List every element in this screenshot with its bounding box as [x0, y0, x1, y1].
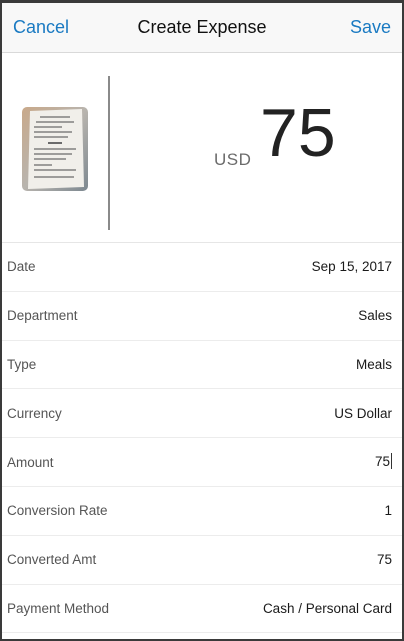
form-row-type[interactable]: Type Meals	[2, 341, 402, 390]
form-row-amount[interactable]: Amount 75	[2, 438, 402, 487]
form-row-conversion-rate[interactable]: Conversion Rate 1	[2, 487, 402, 536]
currency-code: USD	[214, 150, 252, 169]
type-label: Type	[7, 356, 37, 372]
payment-method-value[interactable]: Cash / Personal Card	[263, 601, 392, 616]
type-value[interactable]: Meals	[356, 357, 392, 372]
conversion-rate-value[interactable]: 1	[384, 503, 392, 518]
expense-summary: USD 75	[2, 53, 402, 243]
form-row-currency[interactable]: Currency US Dollar	[2, 389, 402, 439]
form-row-payment-method[interactable]: Payment Method Cash / Personal Card	[2, 585, 402, 634]
amount-input[interactable]: 75	[375, 453, 392, 471]
currency-value[interactable]: US Dollar	[334, 406, 392, 421]
form-row-converted-amt[interactable]: Converted Amt 75	[2, 536, 402, 585]
save-button[interactable]: Save	[339, 17, 402, 38]
date-value[interactable]: Sep 15, 2017	[312, 259, 392, 274]
nav-bar: Cancel Create Expense Save	[2, 3, 402, 53]
payment-method-label: Payment Method	[7, 600, 110, 616]
department-label: Department	[7, 308, 78, 324]
conversion-rate-label: Conversion Rate	[7, 503, 108, 519]
expense-form: Date Sep 15, 2017 Department Sales Type …	[2, 243, 402, 634]
date-label: Date	[7, 259, 36, 275]
amount-display: 75	[260, 95, 336, 171]
form-row-date[interactable]: Date Sep 15, 2017	[2, 243, 402, 292]
converted-amt-label: Converted Amt	[7, 552, 97, 568]
currency-label: Currency	[7, 405, 62, 421]
cancel-button[interactable]: Cancel	[2, 17, 80, 38]
form-row-department[interactable]: Department Sales	[2, 292, 402, 341]
receipt-thumbnail-icon[interactable]	[22, 107, 88, 191]
vertical-divider	[108, 76, 110, 230]
department-value[interactable]: Sales	[358, 308, 392, 323]
text-cursor	[391, 453, 392, 470]
amount-label: Amount	[7, 454, 54, 470]
converted-amt-value[interactable]: 75	[377, 552, 392, 567]
amount-value: 75	[374, 454, 390, 470]
